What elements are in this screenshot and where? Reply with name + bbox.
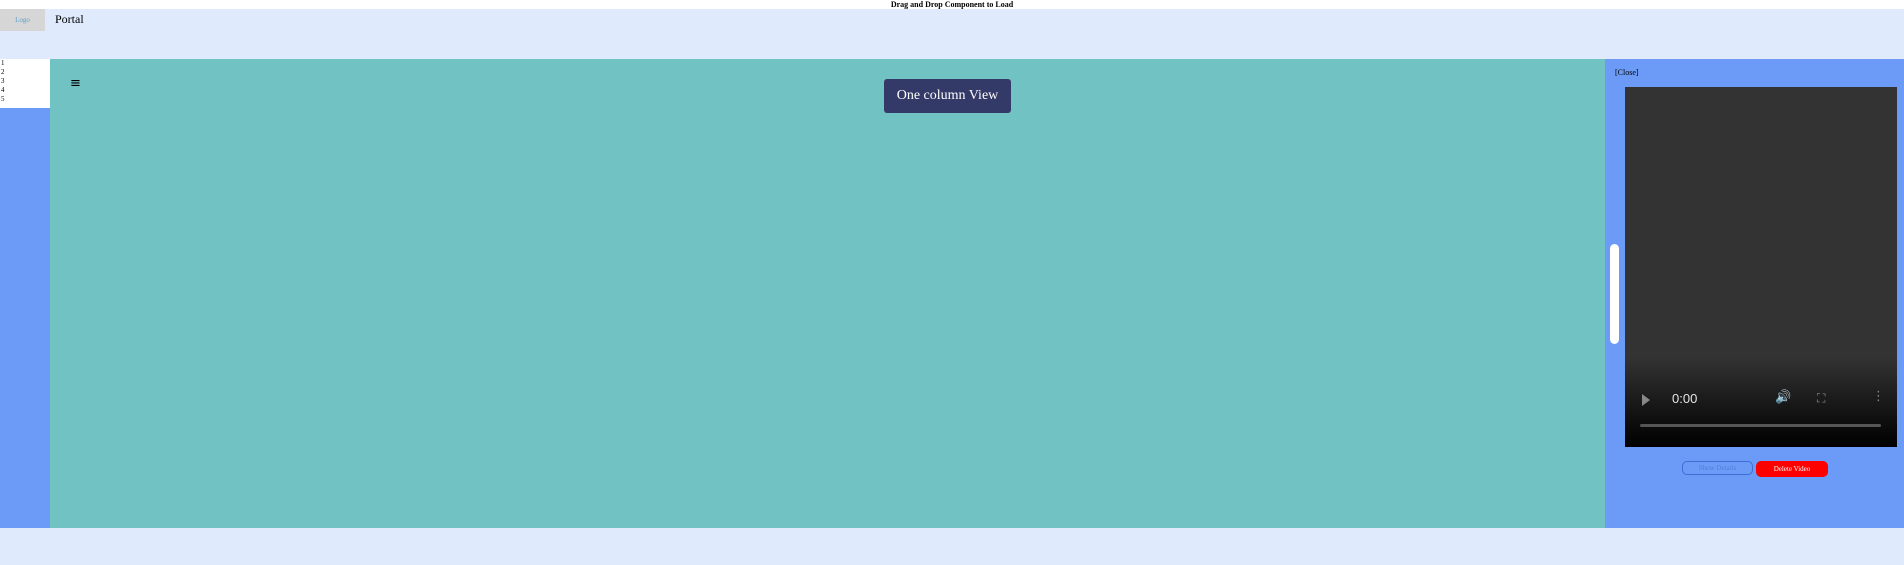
drag-drop-banner: Drag and Drop Component to Load	[0, 0, 1904, 9]
left-sidebar: 1 2 3 4 5	[0, 59, 50, 528]
sidebar-item-1[interactable]: 1	[0, 59, 50, 68]
sidebar-list: 1 2 3 4 5	[0, 59, 50, 108]
video-time: 0:00	[1672, 391, 1698, 406]
page-title: Portal	[55, 12, 84, 26]
one-column-view-button[interactable]: One column View	[884, 79, 1011, 113]
right-panel: [Close] 0:00 🔊 ⛶ ⋮ Show Details Delete V…	[1605, 59, 1904, 528]
sidebar-item-5[interactable]: 5	[0, 95, 50, 104]
show-details-button[interactable]: Show Details	[1682, 461, 1753, 475]
logo: Logo	[0, 9, 45, 31]
delete-video-button[interactable]: Delete Video	[1756, 461, 1828, 477]
hamburger-menu-icon[interactable]: ≡	[70, 76, 81, 91]
footer	[0, 528, 1904, 565]
scrollbar-handle[interactable]	[1610, 244, 1619, 344]
more-options-icon[interactable]: ⋮	[1872, 389, 1885, 404]
sidebar-item-3[interactable]: 3	[0, 77, 50, 86]
sidebar-item-4[interactable]: 4	[0, 86, 50, 95]
fullscreen-icon[interactable]: ⛶	[1817, 391, 1825, 406]
video-player[interactable]: 0:00 🔊 ⛶ ⋮	[1625, 87, 1897, 447]
close-button[interactable]: [Close]	[1615, 68, 1639, 77]
play-icon[interactable]	[1642, 394, 1650, 406]
video-progress-bar[interactable]	[1640, 424, 1881, 427]
main-drop-area[interactable]: ≡ One column View	[50, 59, 1605, 528]
sidebar-item-2[interactable]: 2	[0, 68, 50, 77]
volume-icon[interactable]: 🔊	[1775, 390, 1791, 405]
header: Logo Portal	[0, 9, 1904, 59]
